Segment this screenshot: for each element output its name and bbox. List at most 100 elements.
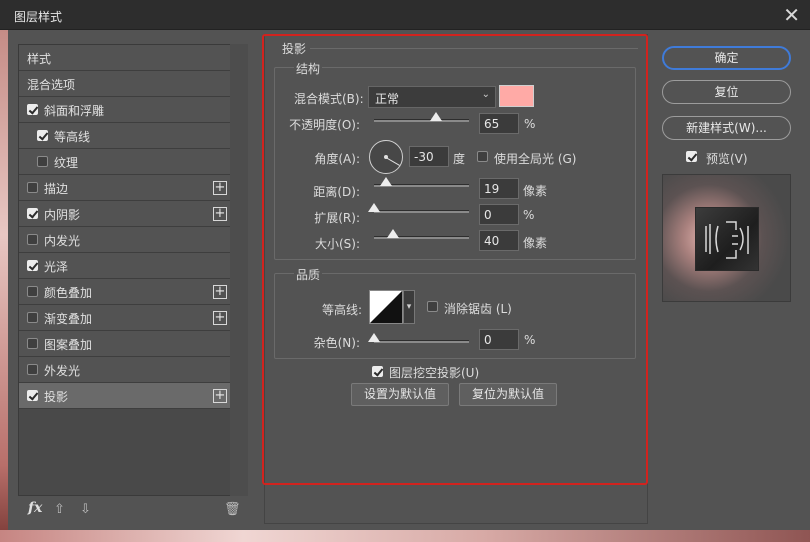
antialias-label: 消除锯齿 (L) xyxy=(444,302,512,316)
style-item-label: 混合选项 xyxy=(27,78,76,92)
fx-icon[interactable]: fx xyxy=(28,500,42,516)
contour-preview[interactable] xyxy=(369,290,403,324)
style-item[interactable]: 图案叠加 xyxy=(19,331,231,357)
style-item-label: 光泽 xyxy=(44,260,69,274)
window-title: 图层样式 xyxy=(14,10,63,24)
style-list-scrollbar[interactable] xyxy=(230,44,248,496)
distance-input[interactable]: 19 xyxy=(479,178,519,199)
spread-slider-thumb[interactable] xyxy=(368,203,380,212)
preview-checkbox[interactable] xyxy=(686,151,697,162)
structure-title: 结构 xyxy=(294,60,323,77)
noise-input[interactable]: 0 xyxy=(479,329,519,350)
noise-slider-thumb[interactable] xyxy=(368,333,380,342)
style-item-checkbox[interactable] xyxy=(27,208,38,219)
add-effect-icon[interactable]: + xyxy=(213,311,227,325)
contour-dropdown-icon[interactable]: ▾ xyxy=(403,290,415,324)
size-input[interactable]: 40 xyxy=(479,230,519,251)
opacity-slider-thumb[interactable] xyxy=(429,112,442,121)
distance-slider[interactable] xyxy=(374,177,469,187)
add-effect-icon[interactable]: + xyxy=(213,181,227,195)
preview-glyph-icon xyxy=(705,221,749,259)
style-item[interactable]: 描边 + xyxy=(19,175,231,201)
distance-label: 距离(D): xyxy=(313,185,360,199)
style-item[interactable]: 样式 xyxy=(19,45,231,71)
style-item-label: 内发光 xyxy=(44,234,81,248)
angle-dial-hand xyxy=(385,157,400,166)
style-item-label: 斜面和浮雕 xyxy=(44,104,105,118)
style-item[interactable]: 光泽 xyxy=(19,253,231,279)
global-light-label: 使用全局光 (G) xyxy=(494,152,577,166)
ok-button[interactable]: 确定 xyxy=(662,46,791,70)
size-slider-thumb[interactable] xyxy=(387,229,399,238)
style-item[interactable]: 内阴影 + xyxy=(19,201,231,227)
noise-unit: % xyxy=(524,333,536,347)
style-item[interactable]: 外发光 xyxy=(19,357,231,383)
noise-slider[interactable] xyxy=(368,333,469,343)
style-item[interactable]: 等高线 xyxy=(19,123,231,149)
style-item-checkbox[interactable] xyxy=(27,260,38,271)
close-icon[interactable]: ✕ xyxy=(783,3,800,27)
distance-slider-thumb[interactable] xyxy=(380,177,393,186)
set-default-button[interactable]: 设置为默认值 xyxy=(351,383,449,406)
style-item-checkbox[interactable] xyxy=(37,130,48,141)
spread-input[interactable]: 0 xyxy=(479,204,519,225)
shadow-color-swatch[interactable] xyxy=(499,85,534,107)
move-down-icon[interactable]: ⇩ xyxy=(80,502,91,517)
style-list-toolbar: fx ⇧ ⇩ 🗑 xyxy=(18,498,248,524)
reset-default-button[interactable]: 复位为默认值 xyxy=(459,383,557,406)
style-item[interactable]: 纹理 xyxy=(19,149,231,175)
spread-slider[interactable] xyxy=(368,203,469,213)
style-item[interactable]: 颜色叠加 + xyxy=(19,279,231,305)
style-item-label: 外发光 xyxy=(44,364,81,378)
style-item[interactable]: 混合选项 xyxy=(19,71,231,97)
blend-mode-value: 正常 xyxy=(375,92,400,106)
new-style-button[interactable]: 新建样式(W)... xyxy=(662,116,791,140)
style-item-checkbox[interactable] xyxy=(27,234,38,245)
add-effect-icon[interactable]: + xyxy=(213,389,227,403)
antialias-checkbox[interactable] xyxy=(427,301,438,312)
spread-label: 扩展(R): xyxy=(314,211,360,225)
angle-dial[interactable] xyxy=(369,140,403,174)
move-up-icon[interactable]: ⇧ xyxy=(54,502,65,517)
title-bar: 图层样式 ✕ xyxy=(0,0,810,30)
style-item[interactable]: 斜面和浮雕 xyxy=(19,97,231,123)
knockout-checkbox[interactable] xyxy=(372,366,383,377)
style-item[interactable]: 渐变叠加 + xyxy=(19,305,231,331)
style-item-checkbox[interactable] xyxy=(27,286,38,297)
angle-input[interactable]: -30 xyxy=(409,146,449,167)
group-divider xyxy=(310,48,638,49)
style-item-checkbox[interactable] xyxy=(27,338,38,349)
quality-title: 品质 xyxy=(294,266,323,283)
add-effect-icon[interactable]: + xyxy=(213,207,227,221)
blend-mode-label: 混合模式(B): xyxy=(294,92,364,106)
blend-mode-select[interactable]: 正常 ⌄ xyxy=(368,86,496,108)
style-item[interactable]: 内发光 xyxy=(19,227,231,253)
contour-linear-icon xyxy=(370,291,402,323)
global-light-checkbox[interactable] xyxy=(477,151,488,162)
style-item-checkbox[interactable] xyxy=(37,156,48,167)
style-item-label: 投影 xyxy=(44,390,69,404)
style-preview xyxy=(662,174,791,302)
opacity-slider[interactable] xyxy=(374,112,469,122)
style-item-label: 纹理 xyxy=(54,156,79,170)
group-title-drop-shadow: 投影 xyxy=(282,42,307,56)
opacity-input[interactable]: 65 xyxy=(479,113,519,134)
angle-label: 角度(A): xyxy=(314,152,360,166)
style-item-label: 内阴影 xyxy=(44,208,81,222)
style-item[interactable]: 投影 + xyxy=(19,383,231,409)
contour-label: 等高线: xyxy=(321,303,362,317)
desktop-background-bottom xyxy=(0,530,810,542)
size-slider[interactable] xyxy=(374,229,469,239)
style-item-checkbox[interactable] xyxy=(27,390,38,401)
add-effect-icon[interactable]: + xyxy=(213,285,227,299)
trash-icon[interactable]: 🗑 xyxy=(224,502,241,517)
style-list: 样式混合选项斜面和浮雕等高线纹理描边 + 内阴影 + 内发光光泽颜色叠加 + 渐变叠加 + 图案… xyxy=(18,44,248,496)
style-item-label: 渐变叠加 xyxy=(44,312,93,326)
style-item-checkbox[interactable] xyxy=(27,104,38,115)
style-item-checkbox[interactable] xyxy=(27,364,38,375)
spread-unit: % xyxy=(523,208,535,222)
reset-button[interactable]: 复位 xyxy=(662,80,791,104)
style-item-checkbox[interactable] xyxy=(27,182,38,193)
style-item-checkbox[interactable] xyxy=(27,312,38,323)
style-item-label: 颜色叠加 xyxy=(44,286,93,300)
